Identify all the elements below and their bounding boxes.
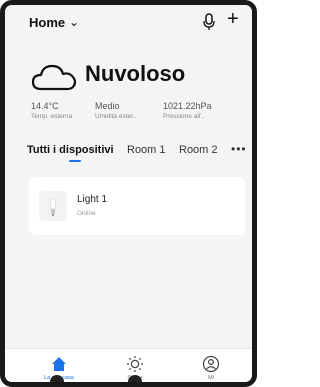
metric-outdoor-temp: 14.4°C Temp. esterna	[31, 101, 72, 120]
bulb-icon	[39, 191, 67, 221]
device-card-light-1[interactable]: Light 1 Online	[29, 177, 245, 235]
more-icon[interactable]: •••	[231, 142, 247, 156]
metric-label: Umidità ester..	[95, 113, 137, 120]
device-name: Light 1	[77, 194, 108, 205]
metric-pressure: 1021.22hPa Pressione all'..	[163, 101, 212, 120]
active-tab-indicator	[69, 160, 81, 162]
tab-room-1[interactable]: Room 1	[127, 144, 166, 156]
user-icon	[202, 355, 220, 373]
room-tabs: Tutti i dispositivi Room 1 Room 2 •••	[27, 142, 247, 168]
weather-condition: Nuvoloso	[85, 61, 186, 86]
metric-value: Medio	[95, 101, 120, 111]
microphone-icon[interactable]	[203, 13, 215, 31]
redaction-dot	[128, 375, 142, 382]
tab-all-devices[interactable]: Tutti i dispositivi	[27, 144, 114, 156]
chevron-down-icon[interactable]: ⌄	[69, 15, 79, 29]
add-icon[interactable]: +	[227, 9, 239, 29]
top-bar: Home ⌄ +	[5, 5, 252, 45]
sun-icon	[127, 356, 143, 372]
nav-me[interactable]: Mi	[181, 355, 241, 381]
home-icon	[52, 357, 66, 371]
device-status: Online	[77, 210, 96, 217]
metric-label: Temp. esterna	[31, 113, 73, 120]
home-selector-label[interactable]: Home	[29, 15, 65, 30]
metric-outdoor-humidity: Medio Umidità ester..	[95, 101, 137, 120]
metric-label: Pressione all'..	[163, 113, 206, 120]
metric-value: 1021.22hPa	[163, 101, 212, 111]
metric-value: 14.4°C	[31, 101, 59, 111]
cloud-icon	[31, 64, 77, 91]
nav-label: Mi	[208, 375, 214, 381]
redaction-dot	[50, 375, 64, 382]
phone-frame: Home ⌄ + Nuvoloso 14.4°C Temp. esterna M…	[0, 0, 257, 387]
tab-room-2[interactable]: Room 2	[179, 144, 218, 156]
